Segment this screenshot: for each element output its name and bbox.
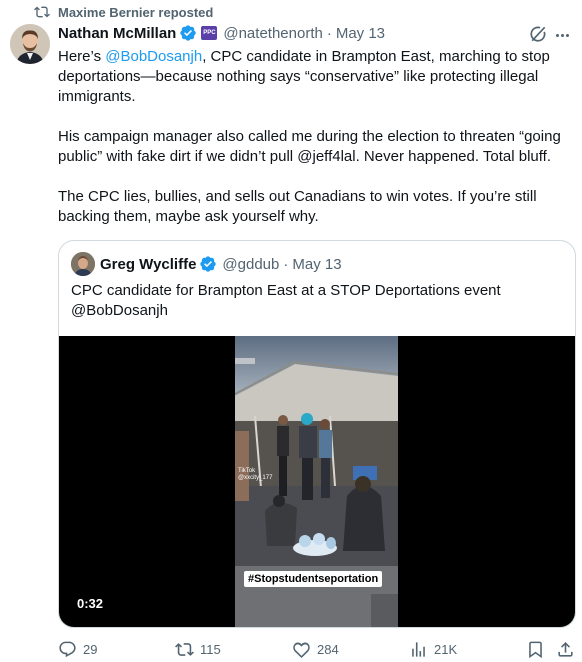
author-avatar[interactable]: [10, 24, 50, 64]
views-chart-icon: [412, 642, 425, 657]
quoted-tweet-card[interactable]: Greg Wycliffe @gddub · May 13 CPC candid…: [58, 240, 576, 628]
views-count: 21K: [434, 642, 458, 657]
bookmark-icon: [529, 641, 542, 659]
author-handle[interactable]: @natethenorth: [223, 25, 322, 42]
like-count: 284: [317, 642, 339, 657]
author-name[interactable]: Nathan McMillan: [58, 25, 176, 42]
reply-button[interactable]: 29: [58, 640, 97, 659]
repost-action-icon: [175, 643, 194, 656]
verified-badge-icon[interactable]: [179, 24, 197, 42]
tweet-paragraph-1: Here’s @BobDosanjh, CPC candidate in Bra…: [58, 48, 550, 105]
share-icon: [558, 642, 573, 657]
video-duration: 0:32: [77, 596, 104, 611]
repost-count: 115: [200, 642, 221, 657]
tweet-date[interactable]: May 13: [336, 25, 385, 42]
bookmark-button[interactable]: [526, 640, 545, 659]
quote-date[interactable]: May 13: [292, 256, 341, 273]
share-button[interactable]: [556, 640, 575, 659]
quote-header: Greg Wycliffe @gddub · May 13: [71, 252, 342, 276]
quote-author-handle[interactable]: @gddub: [222, 256, 279, 273]
like-button[interactable]: 284: [292, 640, 339, 659]
views-button[interactable]: 21K: [409, 640, 457, 659]
grok-icon[interactable]: [528, 24, 548, 44]
tiktok-watermark: TikTok @xxcity_177: [238, 468, 273, 481]
action-bar: 29 115 284 21K: [58, 638, 578, 662]
header-separator: ·: [326, 24, 332, 42]
mention-link[interactable]: @BobDosanjh: [105, 48, 202, 65]
tweet-text: Here’s @BobDosanjh, CPC candidate in Bra…: [58, 47, 574, 247]
tweet-paragraph-3: The CPC lies, bullies, and sells out Can…: [58, 188, 537, 225]
video-frame: TikTok @xxcity_177 #Stopstudentseportati…: [235, 336, 398, 627]
repost-label[interactable]: Maxime Bernier reposted: [58, 5, 213, 20]
heart-icon: [293, 642, 310, 659]
more-options-icon[interactable]: [556, 28, 576, 42]
tweet-paragraph-2: His campaign manager also called me duri…: [58, 128, 561, 165]
reply-count: 29: [83, 642, 98, 657]
video-caption: #Stopstudentseportation: [244, 571, 383, 587]
quote-author-name[interactable]: Greg Wycliffe: [100, 256, 196, 273]
reply-icon: [59, 641, 76, 658]
repost-button[interactable]: 115: [175, 640, 221, 659]
quote-verified-badge-icon[interactable]: [199, 255, 217, 273]
quote-text: CPC candidate for Brampton East at a STO…: [71, 282, 501, 319]
repost-icon: [34, 6, 50, 18]
quote-header-separator: ·: [283, 255, 289, 273]
repost-indicator: Maxime Bernier reposted: [34, 3, 213, 21]
quote-author-avatar[interactable]: [71, 252, 95, 276]
video-player[interactable]: TikTok @xxcity_177 #Stopstudentseportati…: [59, 336, 575, 627]
tweet-header: Nathan McMillan PPC @natethenorth · May …: [58, 23, 385, 43]
party-affiliation-badge[interactable]: PPC: [201, 26, 218, 40]
